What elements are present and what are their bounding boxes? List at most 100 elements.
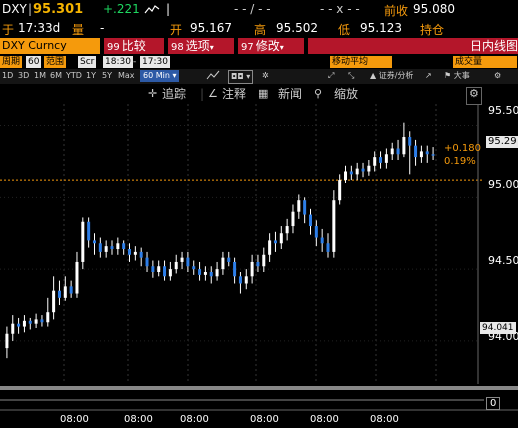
candle-body bbox=[215, 269, 219, 277]
x-tick-label: 08:00 bbox=[180, 414, 209, 425]
position-label: 持仓 bbox=[420, 23, 445, 37]
moving-average-button[interactable]: 移动平均 bbox=[330, 56, 392, 68]
change-pct-label: 0.19% bbox=[444, 156, 476, 167]
candle-body bbox=[285, 226, 289, 234]
candle-body bbox=[268, 240, 272, 255]
range-label: 范围 bbox=[44, 56, 67, 68]
zoom-icon[interactable]: ⚲ bbox=[314, 86, 322, 102]
pencil-icon[interactable]: ∠ bbox=[208, 86, 218, 102]
ask-size: - - x - - bbox=[320, 2, 360, 16]
crosshair-icon[interactable]: ✛ bbox=[148, 86, 157, 102]
candle-body bbox=[384, 154, 388, 163]
candle-body bbox=[34, 319, 38, 324]
function-bar: DXY Curncy 99 比较 98 选项▾ 97 修改▾ 日内线图 bbox=[0, 38, 518, 55]
candle-body bbox=[303, 200, 307, 215]
sparkline-icon bbox=[144, 3, 160, 18]
table-icon[interactable]: ▦ bbox=[258, 86, 268, 102]
candle-body bbox=[373, 157, 377, 166]
range-1y[interactable]: 1Y bbox=[86, 70, 96, 82]
candle-body bbox=[332, 200, 336, 252]
modify-button[interactable]: 97 修改▾ bbox=[238, 38, 304, 54]
y-tick-label: 95.50 bbox=[488, 104, 518, 117]
fullscreen-icon[interactable]: ⤡ bbox=[348, 70, 354, 82]
high-label: 高 bbox=[254, 23, 267, 37]
candle-body bbox=[209, 272, 213, 277]
interval-value: 60 Min bbox=[143, 71, 170, 80]
x-tick-label: 08:00 bbox=[124, 414, 153, 425]
candle-body bbox=[408, 137, 412, 146]
range-end-input[interactable]: 17:30 bbox=[140, 56, 170, 68]
candle-body bbox=[425, 151, 429, 155]
trend-button[interactable]: 追踪 bbox=[162, 86, 186, 102]
range-ytd[interactable]: YTD bbox=[66, 70, 82, 82]
candle-body bbox=[320, 237, 324, 244]
expand-icon[interactable]: ⤢ bbox=[328, 70, 334, 82]
range-1d[interactable]: 1D bbox=[2, 70, 13, 82]
securities-analysis-label: 证券/分析 bbox=[378, 71, 414, 80]
volume-button[interactable]: 成交量 bbox=[453, 56, 517, 68]
chart-toolbar: 1D 3D 1M 6M YTD 1Y 5Y Max 60 Min ▾ ◘◘ ▾ … bbox=[0, 69, 518, 84]
candle-body bbox=[355, 168, 359, 175]
candle-body bbox=[92, 240, 96, 244]
chart-canvas[interactable] bbox=[0, 104, 518, 425]
zoom-button[interactable]: 缩放 bbox=[334, 86, 358, 102]
candle-body bbox=[419, 151, 423, 158]
candle-body bbox=[128, 249, 132, 255]
candle-body bbox=[5, 333, 9, 349]
range-3d[interactable]: 3D bbox=[18, 70, 29, 82]
securities-analysis-button[interactable]: ▲ 证券/分析 bbox=[370, 70, 413, 82]
x-tick-label: 08:00 bbox=[250, 414, 279, 425]
candle-body bbox=[227, 257, 231, 262]
candle-body bbox=[414, 145, 418, 158]
note-button[interactable]: 注释 bbox=[222, 86, 246, 102]
chart-style-icon[interactable]: ◘◘ ▾ bbox=[228, 70, 254, 84]
news-button[interactable]: 新闻 bbox=[278, 86, 302, 102]
gear-icon[interactable]: ✲ bbox=[262, 70, 269, 82]
candle-body bbox=[157, 266, 161, 272]
range-1m[interactable]: 1M bbox=[34, 70, 46, 82]
candle-body bbox=[63, 286, 67, 298]
chart-type-label: 日内线图 bbox=[469, 39, 518, 53]
price-chart[interactable]: 95.50 95.00 94.50 94.00 95.29 +0.180 0.1… bbox=[0, 104, 518, 425]
period-label: 周期 bbox=[0, 56, 23, 68]
candle-body bbox=[244, 276, 248, 284]
options-button[interactable]: 98 选项▾ bbox=[168, 38, 234, 54]
line-chart-icon[interactable] bbox=[206, 69, 220, 81]
range-5y[interactable]: 5Y bbox=[102, 70, 112, 82]
security-field[interactable]: DXY Curncy bbox=[0, 38, 100, 54]
options-label: 选项 bbox=[185, 39, 210, 53]
period-input[interactable]: 60 bbox=[26, 56, 42, 68]
candle-body bbox=[168, 269, 172, 277]
candle-body bbox=[28, 320, 32, 324]
candle-body bbox=[22, 320, 26, 327]
modify-label: 修改 bbox=[255, 39, 280, 53]
candle-body bbox=[250, 261, 254, 277]
candle-body bbox=[273, 240, 277, 244]
events-button[interactable]: ⚑ 大事 bbox=[444, 70, 470, 82]
volume-label: 量 bbox=[72, 23, 85, 37]
annotation-bar: ✛ 追踪 | ∠ 注释 ▦ 新闻 ⚲ 缩放 ⚙ bbox=[0, 84, 518, 105]
candle-body bbox=[151, 266, 155, 272]
events-label: 大事 bbox=[453, 71, 470, 80]
range-6m[interactable]: 6M bbox=[50, 70, 62, 82]
modify-number: 97 bbox=[241, 42, 254, 53]
candle-body bbox=[87, 221, 91, 241]
chart-type-button[interactable]: 日内线图 bbox=[308, 38, 518, 54]
compare-label: 比较 bbox=[121, 39, 146, 53]
low-value: 95.123 bbox=[360, 21, 402, 35]
compare-button[interactable]: 99 比较 bbox=[104, 38, 164, 54]
drawing-tool-icon[interactable]: ↗ bbox=[425, 70, 432, 82]
time-label: 于 bbox=[2, 23, 15, 37]
candle-body bbox=[69, 286, 73, 294]
range-max[interactable]: Max bbox=[118, 70, 135, 82]
bid-indicator: | bbox=[166, 2, 171, 16]
candle-body bbox=[338, 180, 342, 201]
chart-settings-icon[interactable]: ⚙ bbox=[466, 87, 482, 105]
candle-body bbox=[221, 257, 225, 270]
interval-dropdown[interactable]: 60 Min ▾ bbox=[140, 70, 180, 82]
candle-body bbox=[396, 148, 400, 155]
scr-toggle[interactable]: Scr bbox=[78, 56, 97, 68]
settings-icon[interactable]: ⚙ bbox=[494, 70, 501, 82]
range-start-input[interactable]: 18:30 bbox=[103, 56, 133, 68]
candle-body bbox=[262, 254, 266, 267]
